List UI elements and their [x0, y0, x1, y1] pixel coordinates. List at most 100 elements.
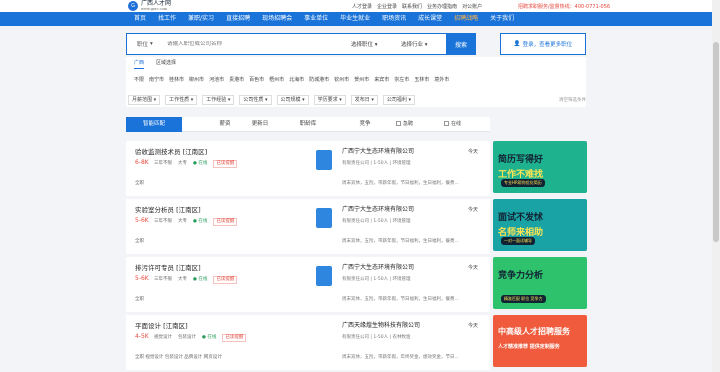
city-option[interactable]: 不限 — [134, 76, 144, 83]
nav-item-1[interactable]: 找工作 — [152, 12, 182, 26]
job-title[interactable]: 平面设计 [江南区] — [135, 320, 188, 330]
chevron-down-icon: ▾ — [152, 97, 157, 103]
select-position-dropdown[interactable]: 选择职位 ▾ — [345, 40, 395, 48]
company-benefits: 周末双休，五险，带薪年假，节日福利，生日福利，餐费... — [342, 297, 459, 302]
contact-link[interactable]: 联系我们 — [402, 3, 422, 10]
sort-tab[interactable]: 更新日 — [250, 117, 270, 132]
company-login-link[interactable]: 企业登录 — [377, 3, 397, 10]
scrollbar-thumb[interactable] — [713, 42, 719, 242]
city-option[interactable]: 梧州市 — [269, 76, 284, 83]
job-card[interactable]: 验收监测技术员 [江南区] 6-8K 三年不限 大专 ● 在线 已读提醒 全职 广西宁大生态环… — [126, 141, 490, 196]
nav-item-2[interactable]: 兼职/实习 — [182, 12, 220, 26]
online-text: 在线 — [198, 219, 208, 224]
filter-dropdown[interactable]: 月薪范围 ▾ — [128, 95, 161, 105]
company-name[interactable]: 广西宁大生态环境有限公司 — [342, 262, 414, 271]
nav-item-9[interactable]: 招聘战略 — [448, 12, 484, 26]
filter-dropdown[interactable]: 发布日 ▾ — [350, 95, 378, 105]
job-tag: 三年不限 — [154, 219, 172, 224]
job-card[interactable]: 排污许可专员 [江南区] 5-6K 三年不限 大专 ● 在线 已读提醒 全职 广西宁大生态环境… — [126, 257, 490, 312]
sort-tab[interactable]: 薪资 — [218, 117, 232, 132]
city-option[interactable]: 崇左市 — [394, 76, 409, 83]
filter-panel: 广西 区域选择 不限 南宁市 桂林市 柳州市 河池市 贵港市 百色市 梧州市 北海市 防城港市 钦州… — [126, 57, 586, 107]
company-logo[interactable] — [316, 208, 332, 228]
guide-link[interactable]: 业务办理指南 — [427, 3, 457, 10]
sort-tab[interactable]: 职龄库 — [298, 117, 318, 132]
nav-item-7[interactable]: 职场资讯 — [376, 12, 412, 26]
city-option[interactable]: 贵港市 — [229, 76, 244, 83]
company-info: 有限责任公司 | 1-50人 | 环境管理 — [342, 161, 411, 166]
promo-banner[interactable]: 简历写得好 工作不难找 专业HR帮你优化简历 — [493, 141, 587, 193]
nav-item-8[interactable]: 成长课堂 — [412, 12, 448, 26]
select-industry-dropdown[interactable]: 选择行业 ▾ — [395, 40, 445, 48]
company-logo[interactable] — [316, 324, 332, 344]
company-name[interactable]: 广西宁大生态环境有限公司 — [342, 146, 414, 155]
page: G 广西人才网 www.gxrc.com 人才登录 企业登录 联系我们 业务办理… — [0, 0, 720, 372]
nav-item-0[interactable]: 首页 — [128, 12, 152, 26]
filter-dropdown[interactable]: 学历要求 ▾ — [313, 95, 346, 105]
site-logo[interactable]: G 广西人才网 www.gxrc.com — [128, 1, 171, 11]
clear-filters-link[interactable]: 清空筛选条件 — [559, 97, 586, 103]
account-link[interactable]: 对公账户 — [462, 3, 482, 10]
company-name[interactable]: 广西宁大生态环境有限公司 — [342, 204, 414, 213]
city-option[interactable]: 防城港市 — [309, 76, 329, 83]
post-time: 今天 — [468, 207, 479, 213]
job-title[interactable]: 实验室分析员 [江南区] — [135, 204, 201, 214]
nav-item-5[interactable]: 事业单位 — [298, 12, 334, 26]
online-text: 在线 — [198, 277, 208, 282]
urgent-checkbox[interactable]: 急聘 — [396, 117, 413, 132]
search-button[interactable]: 搜索 — [446, 33, 476, 55]
online-text: 在线 — [207, 335, 217, 340]
banner-title: 简历写得好 — [498, 155, 544, 165]
city-option[interactable]: 百色市 — [249, 76, 264, 83]
job-salary: 5-6K — [135, 275, 149, 282]
search-type-select[interactable]: 职位 ▾ — [127, 40, 167, 48]
dropdown-label: 月薪范围 — [132, 97, 153, 103]
read-badge: 已读提醒 — [213, 160, 238, 168]
filter-dropdown[interactable]: 公司性质 ▾ — [239, 95, 272, 105]
nav-item-3[interactable]: 直接招聘 — [220, 12, 256, 26]
online-checkbox[interactable]: 在线 — [444, 117, 461, 132]
company-benefits: 周末双休，五险，带薪年假，节日福利，生日福利，餐费... — [342, 239, 459, 244]
login-hint-button[interactable]: 👤 登录，查看更多职位 — [500, 33, 586, 55]
city-option[interactable]: 玉林市 — [414, 76, 429, 83]
city-option[interactable]: 北海市 — [289, 76, 304, 83]
company-logo[interactable] — [316, 150, 332, 170]
tab-region-select[interactable]: 区域选择 — [156, 59, 176, 69]
promo-banner[interactable]: 中高级人才招聘服务 人才精准推荐 提供定制服务 — [493, 315, 587, 367]
nav-item-6[interactable]: 毕业生就业 — [334, 12, 376, 26]
job-salary: 4-5K — [135, 333, 149, 340]
job-tag: 视觉设计 — [154, 335, 172, 340]
filter-dropdown[interactable]: 工作经验 ▾ — [202, 95, 235, 105]
job-title[interactable]: 验收监测技术员 [江南区] — [135, 146, 207, 156]
chevron-down-icon: ▾ — [369, 97, 374, 103]
sort-tab[interactable]: 智能匹配 — [126, 117, 182, 132]
city-option[interactable]: 南宁市 — [149, 76, 164, 83]
promo-banner[interactable]: 面试不发怵 名师来相助 一对一面试辅导 — [493, 199, 587, 251]
job-card[interactable]: 实验室分析员 [江南区] 5-6K 三年不限 大专 ● 在线 已读提醒 全职 广西宁大生态环境… — [126, 199, 490, 254]
promo-banner[interactable]: 竞争力分析 精准匹配 职位 竞争力 — [493, 257, 587, 309]
city-option[interactable]: 河池市 — [209, 76, 224, 83]
city-option[interactable]: 贺州市 — [354, 76, 369, 83]
company-logo[interactable] — [316, 266, 332, 286]
job-card[interactable]: 平面设计 [江南区] 4-5K 视觉设计 包装设计 ● 在线 已读提醒 全职 视觉设计 包装… — [126, 315, 490, 370]
job-title[interactable]: 排污许可专员 [江南区] — [135, 262, 201, 272]
person-login-link[interactable]: 人才登录 — [352, 3, 372, 10]
city-option[interactable]: 柳州市 — [189, 76, 204, 83]
scrollbar[interactable] — [712, 0, 720, 372]
nav-item-10[interactable]: 关于我们 — [484, 12, 520, 26]
sort-tab[interactable]: 竞争 — [358, 117, 372, 132]
filter-dropdown[interactable]: 公司规模 ▾ — [276, 95, 309, 105]
job-salary: 5-6K — [135, 217, 149, 224]
city-option[interactable]: 境外市 — [434, 76, 449, 83]
nav-item-4[interactable]: 现场招聘会 — [256, 12, 298, 26]
filter-dropdown[interactable]: 公司福利 ▾ — [382, 95, 415, 105]
city-option[interactable]: 来宾市 — [374, 76, 389, 83]
logo-subtext: www.gxrc.com — [141, 7, 168, 11]
search-input[interactable] — [167, 41, 345, 47]
city-option[interactable]: 桂林市 — [169, 76, 184, 83]
job-tag: 三年不限 — [154, 277, 172, 282]
tab-guangxi[interactable]: 广西 — [134, 59, 145, 69]
filter-dropdown[interactable]: 工作性质 ▾ — [165, 95, 198, 105]
company-name[interactable]: 广西天缘煌生物科技有限公司 — [342, 320, 420, 329]
city-option[interactable]: 钦州市 — [334, 76, 349, 83]
